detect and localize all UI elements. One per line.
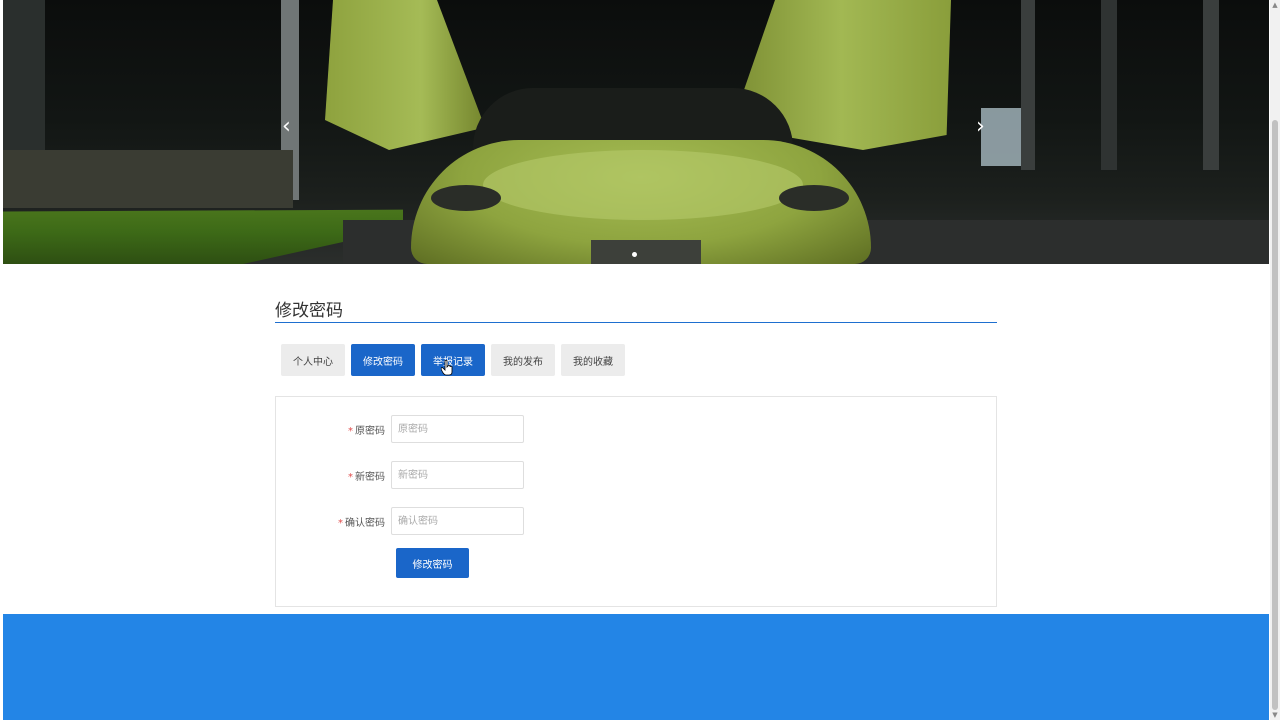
- banner-image-pillar: [1021, 0, 1035, 170]
- old-password-input[interactable]: [391, 415, 524, 443]
- tab-report-records[interactable]: 举报记录: [421, 344, 485, 376]
- required-mark: *: [348, 425, 353, 437]
- page-footer: [3, 614, 1269, 720]
- change-password-submit-button[interactable]: 修改密码: [396, 548, 469, 578]
- banner-image-pillar: [1203, 0, 1219, 170]
- scrollbar-thumb[interactable]: [1272, 120, 1278, 710]
- banner-image-headlight: [779, 185, 849, 211]
- page-title: 修改密码: [275, 301, 343, 321]
- tab-my-favorites[interactable]: 我的收藏: [561, 344, 625, 376]
- banner-image-window: [981, 108, 1021, 166]
- carousel-indicator-dot[interactable]: [632, 252, 637, 257]
- banner-image-car-door-left: [325, 0, 485, 150]
- banner-image-headlight: [431, 185, 501, 211]
- confirm-password-label: * 确认密码: [338, 517, 385, 529]
- banner-image-car-hood: [483, 150, 803, 220]
- required-mark: *: [338, 517, 343, 529]
- old-password-row: * 原密码: [276, 415, 524, 443]
- vertical-scrollbar[interactable]: ▲ ▼: [1270, 0, 1280, 720]
- title-divider: [275, 322, 997, 323]
- chevron-left-icon[interactable]: ‹: [282, 114, 291, 140]
- tab-personal-center[interactable]: 个人中心: [281, 344, 345, 376]
- user-center-tabs: 个人中心 修改密码 举报记录 我的发布 我的收藏: [281, 344, 625, 376]
- banner-carousel: [3, 0, 1269, 264]
- old-password-label: * 原密码: [348, 425, 385, 437]
- new-password-input[interactable]: [391, 461, 524, 489]
- chevron-right-icon[interactable]: ›: [976, 114, 985, 140]
- scroll-up-arrow-icon[interactable]: ▲: [1271, 1, 1279, 9]
- new-password-row: * 新密码: [276, 461, 524, 489]
- tab-change-password[interactable]: 修改密码: [351, 344, 415, 376]
- tab-my-posts[interactable]: 我的发布: [491, 344, 555, 376]
- banner-image-pillar: [1101, 0, 1117, 170]
- hand-cursor-icon: [441, 360, 453, 376]
- new-password-label: * 新密码: [348, 471, 385, 483]
- required-mark: *: [348, 471, 353, 483]
- confirm-password-input[interactable]: [391, 507, 524, 535]
- banner-image-plate: [591, 240, 701, 264]
- confirm-password-row: * 确认密码: [276, 507, 524, 535]
- banner-image-pillar: [3, 0, 45, 150]
- change-password-form: * 原密码 * 新密码 * 确认密码 修改密码: [275, 396, 997, 607]
- scroll-down-arrow-icon[interactable]: ▼: [1271, 711, 1279, 719]
- banner-image-ledge: [3, 150, 293, 208]
